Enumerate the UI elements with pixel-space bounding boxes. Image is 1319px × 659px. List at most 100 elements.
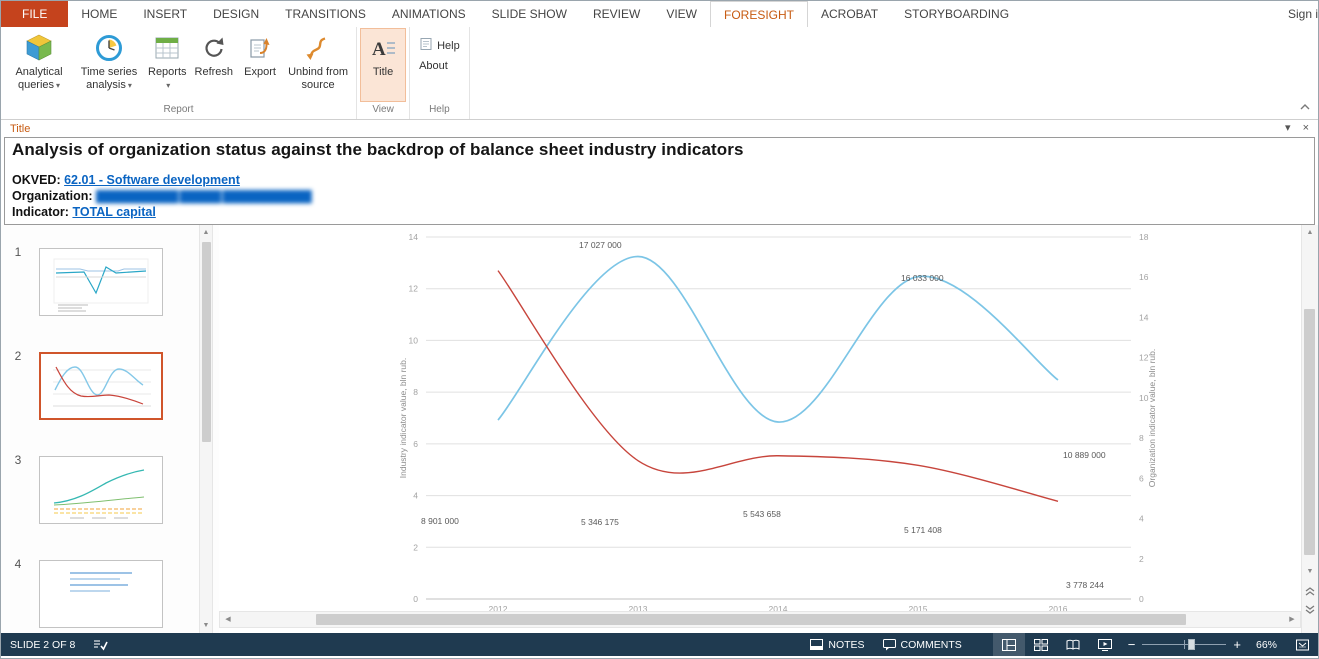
- time-series-analysis-button[interactable]: Time series analysis▾: [74, 28, 144, 102]
- tab-file-label: FILE: [22, 7, 47, 21]
- slide-sorter-view-button[interactable]: [1025, 633, 1057, 656]
- svg-text:Industry indicator value, bln: Industry indicator value, bln rub.: [398, 358, 408, 478]
- ribbon-group-report: Analytical queries▾ Time series analysis…: [1, 27, 357, 119]
- scrollbar-thumb[interactable]: [1304, 309, 1315, 555]
- slide-indicator[interactable]: SLIDE 2 OF 8: [1, 633, 84, 656]
- zoom-out-button[interactable]: −: [1121, 637, 1143, 652]
- svg-text:5 171 408: 5 171 408: [904, 525, 942, 535]
- unbind-from-source-button[interactable]: Unbind from source: [283, 28, 353, 102]
- about-button[interactable]: About: [413, 57, 454, 75]
- svg-text:2014: 2014: [769, 604, 788, 611]
- next-slide-button[interactable]: [1302, 601, 1318, 618]
- tab-acrobat[interactable]: ACROBAT: [808, 1, 891, 27]
- chevron-up-icon: [1299, 103, 1311, 111]
- panel-close-icon[interactable]: ×: [1303, 123, 1309, 134]
- tab-file[interactable]: FILE: [1, 1, 68, 27]
- zoom-slider[interactable]: [1142, 633, 1226, 656]
- tab-review[interactable]: REVIEW: [580, 1, 653, 27]
- slide-1-thumbnail[interactable]: [39, 248, 163, 316]
- scroll-down-arrow-icon[interactable]: ▼: [200, 618, 212, 633]
- slide-4-thumbnail[interactable]: [39, 560, 163, 628]
- title-toggle-button[interactable]: A Title: [360, 28, 406, 102]
- spell-check-button[interactable]: [84, 633, 117, 656]
- scroll-down-arrow-icon[interactable]: ▼: [1302, 563, 1318, 580]
- refresh-button[interactable]: Refresh: [191, 28, 238, 102]
- scrollbar-thumb[interactable]: [316, 614, 1186, 625]
- zoom-percentage[interactable]: 66%: [1248, 639, 1287, 651]
- double-chevron-up-icon: [1305, 587, 1315, 596]
- tab-slide-show[interactable]: SLIDE SHOW: [479, 1, 580, 27]
- panel-dropdown-icon[interactable]: ▾: [1285, 123, 1291, 134]
- svg-text:10 889 000: 10 889 000: [1063, 450, 1106, 460]
- scroll-right-arrow-icon[interactable]: ▶: [1284, 612, 1300, 627]
- svg-text:8 901 000: 8 901 000: [421, 516, 459, 526]
- reports-button[interactable]: Reports▾: [144, 28, 191, 102]
- tab-transitions[interactable]: TRANSITIONS: [272, 1, 379, 27]
- tab-insert[interactable]: INSERT: [130, 1, 200, 27]
- ribbon-foresight: Analytical queries▾ Time series analysis…: [1, 27, 1318, 120]
- slide-2-mini-chart: [41, 354, 161, 418]
- tab-view[interactable]: VIEW: [653, 1, 710, 27]
- slide-show-icon: [1098, 639, 1112, 651]
- svg-text:14: 14: [409, 232, 419, 242]
- status-bar: SLIDE 2 OF 8 NOTES COMMENTS: [1, 633, 1318, 656]
- previous-slide-button[interactable]: [1302, 583, 1318, 600]
- svg-text:Organization indicator value,: Organization indicator value, bln rub.: [1147, 349, 1157, 487]
- tab-storyboarding[interactable]: STORYBOARDING: [891, 1, 1022, 27]
- reports-table-icon: [153, 32, 181, 64]
- svg-text:2: 2: [1139, 554, 1144, 564]
- scrollbar-thumb[interactable]: [202, 242, 211, 442]
- sign-in-link[interactable]: Sign i: [1282, 1, 1318, 27]
- analytical-queries-button[interactable]: Analytical queries▾: [4, 28, 74, 102]
- slide-3-number: 3: [9, 453, 27, 467]
- tab-animations[interactable]: ANIMATIONS: [379, 1, 479, 27]
- tab-foresight[interactable]: FORESIGHT: [710, 1, 808, 27]
- slide-1-number: 1: [9, 245, 27, 259]
- slide-3-mini-chart: [40, 457, 162, 523]
- fit-to-window-icon: [1296, 639, 1309, 651]
- zoom-in-button[interactable]: +: [1226, 637, 1248, 652]
- horizontal-scrollbar[interactable]: ◀ ▶: [219, 611, 1301, 628]
- chevron-down-icon: ▾: [166, 81, 170, 90]
- tab-home[interactable]: HOME: [68, 1, 130, 27]
- collapse-ribbon-button[interactable]: [1299, 100, 1311, 114]
- analytical-queries-cube-icon: [24, 32, 54, 64]
- scroll-left-arrow-icon[interactable]: ◀: [220, 612, 236, 627]
- vertical-scrollbar[interactable]: ▲ ▼: [1301, 225, 1318, 633]
- reading-view-button[interactable]: [1057, 633, 1089, 656]
- time-series-clock-icon: [94, 32, 124, 64]
- svg-text:16 033 000: 16 033 000: [901, 273, 944, 283]
- slide-3-thumbnail[interactable]: [39, 456, 163, 524]
- refresh-icon: [200, 32, 228, 64]
- slide-canvas[interactable]: 0246810121402468101214161820122013201420…: [219, 225, 1301, 611]
- slide-2-number: 2: [9, 349, 27, 363]
- organization-link-redacted[interactable]: ████████████ ██████ █████████████: [96, 191, 311, 203]
- comments-button[interactable]: COMMENTS: [874, 633, 971, 656]
- indicator-link[interactable]: TOTAL capital: [72, 205, 155, 219]
- ribbon-tab-bar: FILE HOME INSERT DESIGN TRANSITIONS ANIM…: [1, 1, 1318, 27]
- tab-design[interactable]: DESIGN: [200, 1, 272, 27]
- thumbnail-panel-scrollbar[interactable]: ▲ ▼: [199, 225, 213, 633]
- svg-text:4: 4: [413, 491, 418, 501]
- svg-text:0: 0: [1139, 594, 1144, 604]
- bottom-strip: [219, 628, 1301, 633]
- notes-button[interactable]: NOTES: [801, 633, 873, 656]
- svg-text:A: A: [372, 39, 386, 60]
- okved-line: OKVED: 62.01 - Software development: [12, 173, 1307, 189]
- scroll-up-arrow-icon[interactable]: ▲: [200, 225, 212, 240]
- reading-view-icon: [1066, 639, 1080, 651]
- svg-text:3 778 244: 3 778 244: [1066, 580, 1104, 590]
- scroll-up-arrow-icon[interactable]: ▲: [1302, 225, 1318, 241]
- slide-1-mini-chart: [40, 249, 162, 315]
- slide-show-button[interactable]: [1089, 633, 1121, 656]
- svg-text:0: 0: [413, 594, 418, 604]
- title-panel: Title ▾ × Analysis of organization statu…: [1, 120, 1318, 225]
- normal-view-button[interactable]: [993, 633, 1025, 656]
- okved-link[interactable]: 62.01 - Software development: [64, 173, 240, 187]
- zoom-slider-thumb[interactable]: [1188, 639, 1195, 650]
- slide-2-thumbnail-selected[interactable]: [39, 352, 163, 420]
- title-panel-content: Analysis of organization status against …: [4, 137, 1315, 225]
- fit-slide-to-window-button[interactable]: [1287, 633, 1318, 656]
- export-button[interactable]: Export: [237, 28, 283, 102]
- help-button[interactable]: Help: [413, 34, 466, 57]
